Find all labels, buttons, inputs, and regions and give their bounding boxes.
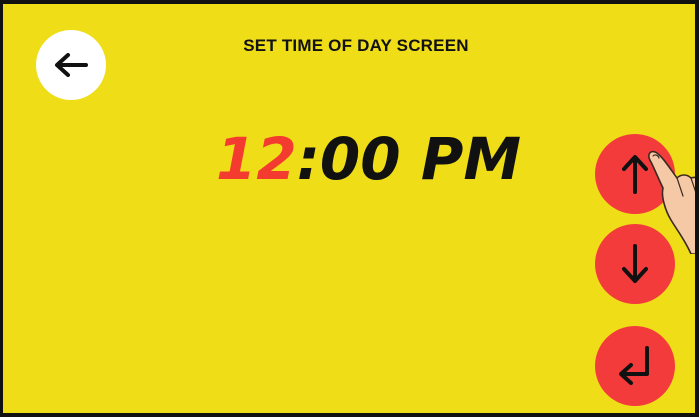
time-hour: 12	[216, 125, 297, 193]
arrow-down-icon	[622, 244, 648, 283]
screen-title: SET TIME OF DAY SCREEN	[243, 36, 469, 55]
time-of-day-screen: SET TIME OF DAY SCREEN 12:00 PM	[0, 0, 699, 417]
increase-button[interactable]	[595, 134, 675, 214]
time-display: 12:00 PM	[216, 130, 521, 188]
arrow-up-icon	[622, 155, 648, 194]
decrease-button[interactable]	[595, 224, 675, 304]
enter-return-icon	[619, 346, 649, 385]
time-minutes-period: :00 PM	[296, 125, 522, 193]
enter-button[interactable]	[595, 326, 675, 406]
arrow-left-icon	[55, 53, 88, 77]
